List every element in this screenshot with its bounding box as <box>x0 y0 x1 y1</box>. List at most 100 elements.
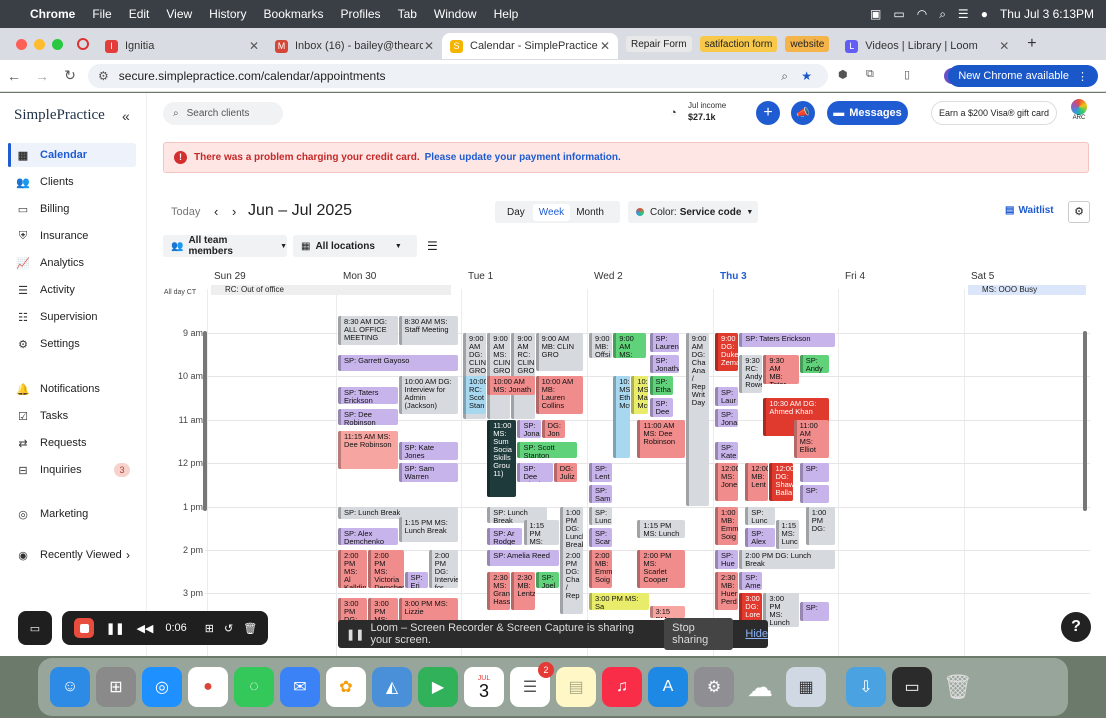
mail-icon[interactable]: ✉ <box>280 667 320 707</box>
appointment[interactable]: DG: Jon <box>541 419 565 439</box>
appointment[interactable]: 1:15 MS: Lunc <box>775 519 799 549</box>
appointment[interactable]: SP: Dee Robinson <box>338 408 398 426</box>
battery-icon[interactable]: ▭ <box>893 7 904 21</box>
facetime-icon[interactable]: ▶ <box>418 667 458 707</box>
sidebar-item-inquiries[interactable]: ⊟ Inquiries 3 <box>8 458 136 482</box>
address-bar[interactable]: ⚙ secure.simplepractice.com/calendar/app… <box>88 64 828 88</box>
appointment[interactable]: 11:00 AM MS: Elliot <box>793 419 829 458</box>
day-header[interactable]: Sat 5 <box>971 271 994 282</box>
maps-icon[interactable]: ◭ <box>372 667 412 707</box>
stop-recording-icon[interactable] <box>74 618 94 638</box>
close-tab-icon[interactable]: ✕ <box>600 39 610 53</box>
appointment[interactable]: SP: Dee <box>649 398 673 417</box>
menu-help[interactable]: Help <box>494 7 519 21</box>
appointment[interactable]: 2:00 PM MS: Victoria Demchenko <box>368 550 404 589</box>
extensions-puzzle-icon[interactable]: ⧉ <box>866 68 874 81</box>
menubar-datetime[interactable]: Thu Jul 3 6:13PM <box>1000 7 1094 21</box>
appointment[interactable]: SP: Lunc <box>589 506 613 526</box>
sidebar-item-marketing[interactable]: ◎ Marketing <box>8 502 136 526</box>
appointment[interactable]: 10:00 RC: Scot Stan <box>463 376 487 415</box>
appointment[interactable]: 12:00 DG: Shaw Balla <box>769 463 793 502</box>
appointment[interactable]: SP: Sam <box>589 484 613 504</box>
sidebar-item-tasks[interactable]: ☑ Tasks <box>8 404 136 428</box>
appointment[interactable]: SP: Lunc <box>745 506 775 526</box>
appointment[interactable]: SP: Kate <box>715 441 739 461</box>
appointment[interactable]: SP: Hue <box>715 550 739 569</box>
bookmark-star-icon[interactable]: ★ <box>801 69 812 83</box>
music-icon[interactable]: ♫ <box>602 667 642 707</box>
appointment[interactable]: SP: Andy <box>799 354 829 374</box>
appointment[interactable]: SP: Eri A <box>404 571 428 589</box>
appointment[interactable]: 2:30 MB: Lentz <box>511 571 535 610</box>
appointment[interactable]: 8:30 AM MS: Staff Meeting <box>398 315 458 345</box>
zoom-window-icon[interactable] <box>52 38 63 50</box>
stop-sharing-button[interactable]: Stop sharing <box>664 618 734 650</box>
extension-icon[interactable]: ⬢ <box>838 68 848 81</box>
income-value[interactable]: $27.1k <box>688 112 716 122</box>
wifi-icon[interactable]: ◠ <box>917 7 927 21</box>
appointment[interactable]: SP: Scar <box>589 528 613 547</box>
help-button[interactable]: ? <box>1061 612 1091 642</box>
sidebar-item-settings[interactable]: ⚙ Settings <box>8 332 136 356</box>
appointment[interactable]: 10:00 AM MB: Lauren Collins <box>535 376 583 415</box>
calendar-settings-icon[interactable]: ⚙ <box>1068 201 1090 223</box>
appointment[interactable]: 2:30 MB: Huer Perd <box>715 571 739 610</box>
chrome-icon[interactable]: ● <box>188 667 228 707</box>
appointment[interactable]: 2:00 PM DG: Interview for <box>428 550 458 589</box>
menu-chrome[interactable]: Chrome <box>30 7 75 21</box>
control-center-icon[interactable]: ☰ <box>958 7 969 21</box>
sidebar-item-activity[interactable]: ☰ Activity <box>8 278 136 302</box>
sidebar-item-requests[interactable]: ⇄ Requests <box>8 431 136 455</box>
bookmark-satisfaction-form[interactable]: satifaction form <box>699 36 778 52</box>
date-range[interactable]: Jun – Jul 2025 <box>248 202 352 220</box>
color-dropdown[interactable]: Color: Service code ▼ <box>628 201 758 223</box>
sidebar-item-recently-viewed[interactable]: ◉ Recently Viewed › <box>8 543 136 567</box>
close-tab-icon[interactable]: ✕ <box>249 39 259 53</box>
calendar-scrollbar[interactable] <box>1083 331 1087 511</box>
photos-icon[interactable]: ✿ <box>326 667 366 707</box>
appointment[interactable]: 2:00 MB: Emm Soig <box>589 550 613 589</box>
locations-dropdown[interactable]: ▦ All locations ▼ <box>293 235 417 257</box>
record-icon[interactable] <box>77 38 89 50</box>
appointment[interactable]: 10:00 MS: Mala McC <box>631 376 649 415</box>
preview-icon[interactable]: ▦ <box>786 667 826 707</box>
siri-icon[interactable]: ● <box>981 7 988 21</box>
appointment[interactable]: 2:00 PM DG: Lunch Break <box>739 550 835 569</box>
calendar-left-scrollbar[interactable] <box>203 331 207 511</box>
day-header[interactable]: Thu 3 <box>720 271 747 282</box>
new-chrome-available-button[interactable]: New Chrome available ⋮ <box>948 65 1098 87</box>
screenshot-stack-icon[interactable]: ▭ <box>892 667 932 707</box>
appointment[interactable]: 11:00 MS: Sum Socia Skills Grou 11) <box>487 419 517 497</box>
calendar-app-icon[interactable]: JUL 3 <box>464 667 504 707</box>
search-input[interactable]: ⌕ Search clients <box>163 102 283 125</box>
hide-sharing-link[interactable]: Hide <box>745 628 768 640</box>
minimize-window-icon[interactable] <box>34 38 45 50</box>
sidebar-item-clients[interactable]: 👥 Clients <box>8 170 136 194</box>
appointment[interactable]: 2:00 PM MS: Scarlet Cooper <box>637 550 685 589</box>
appointment[interactable]: 1:15 PM MS: Lunch <box>637 519 685 539</box>
site-info-icon[interactable]: ⚙ <box>98 69 109 83</box>
appointment[interactable]: 9:00 MB: Offsi <box>589 333 613 359</box>
rewind-icon[interactable]: ◀◀ <box>136 622 153 635</box>
tab-calendar[interactable]: S Calendar - SimplePractice ✕ <box>442 33 618 59</box>
collapse-sidebar-icon[interactable]: « <box>122 108 130 124</box>
waitlist-button[interactable]: ▤ Waitlist <box>1005 205 1054 216</box>
allday-event[interactable]: MS: OOO Busy <box>968 285 1086 295</box>
zoom-icon[interactable]: ⌕ <box>781 69 788 84</box>
appointment[interactable]: 12:00 MS: Jone <box>715 463 739 502</box>
day-header[interactable]: Mon 30 <box>343 271 376 282</box>
appointment[interactable]: 1:00 MB: Emm Soig <box>715 506 739 545</box>
sidebar-item-calendar[interactable]: ▦ Calendar <box>8 143 136 167</box>
tab-loom[interactable]: L Videos | Library | Loom ✕ <box>837 33 1017 59</box>
launchpad-icon[interactable]: ⊞ <box>96 667 136 707</box>
view-week[interactable]: Week <box>532 203 571 221</box>
icloud-icon[interactable]: ☁ <box>740 667 780 707</box>
pause-icon[interactable]: ❚❚ <box>106 622 124 635</box>
screen-share-icon[interactable]: ▣ <box>870 7 881 21</box>
next-week-icon[interactable]: › <box>232 204 236 219</box>
appointment[interactable]: SP: Taters Erickson <box>338 387 398 404</box>
appointment[interactable]: 11:15 AM MS: Dee Robinson <box>338 430 398 469</box>
tab-ignitia[interactable]: I Ignitia ✕ <box>97 33 267 59</box>
menu-edit[interactable]: Edit <box>129 7 150 21</box>
appointment[interactable]: 9:00 DG: Duke Zema <box>715 333 739 372</box>
